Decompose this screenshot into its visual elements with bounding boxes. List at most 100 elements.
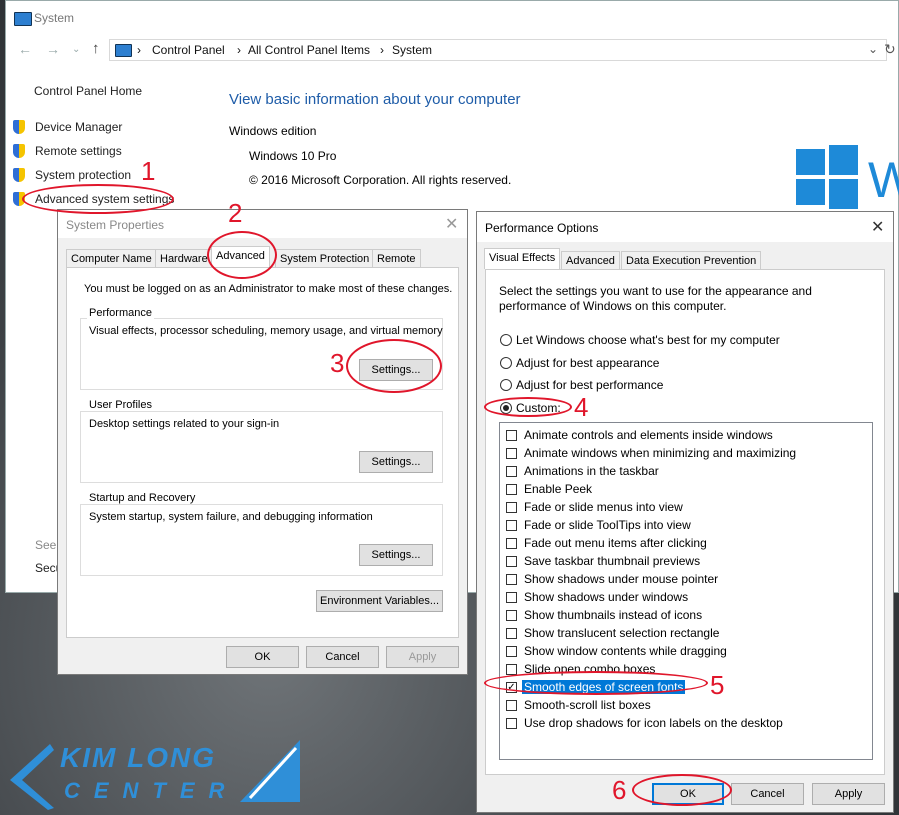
dialog-title: Performance Options [485, 221, 599, 235]
tab-computer-name[interactable]: Computer Name [66, 249, 157, 267]
visual-effect-checkbox-row[interactable]: Use drop shadows for icon labels on the … [504, 714, 864, 732]
breadcrumb-control-panel[interactable]: Control Panel [152, 43, 225, 57]
radio-let-windows-choose[interactable] [500, 334, 512, 346]
visual-effect-checkbox-row[interactable]: Animate controls and elements inside win… [504, 426, 864, 444]
visual-effects-list[interactable]: Animate controls and elements inside win… [499, 422, 873, 760]
radio-best-appearance[interactable] [500, 357, 512, 369]
visual-effect-checkbox-row[interactable]: Smooth-scroll list boxes [504, 696, 864, 714]
tab-data-execution-prevention[interactable]: Data Execution Prevention [621, 251, 762, 269]
checkbox-icon[interactable] [506, 628, 517, 639]
close-icon[interactable]: ✕ [445, 214, 458, 234]
computer-icon [14, 12, 32, 26]
checkbox-icon[interactable] [506, 610, 517, 621]
checkbox-icon[interactable] [506, 574, 517, 585]
checkbox-icon[interactable] [506, 484, 517, 495]
visual-effect-checkbox-row[interactable]: Animations in the taskbar [504, 462, 864, 480]
visual-effect-checkbox-row[interactable]: Show thumbnails instead of icons [504, 606, 864, 624]
radio-best-performance-label[interactable]: Adjust for best performance [516, 378, 663, 392]
startup-recovery-settings-button[interactable]: Settings... [359, 544, 433, 566]
visual-effect-label[interactable]: Smooth-scroll list boxes [524, 698, 651, 712]
visual-effect-checkbox-row[interactable]: Fade or slide ToolTips into view [504, 516, 864, 534]
visual-effect-checkbox-row[interactable]: Show shadows under mouse pointer [504, 570, 864, 588]
visual-effect-checkbox-row[interactable]: Save taskbar thumbnail previews [504, 552, 864, 570]
checkbox-icon[interactable] [506, 592, 517, 603]
visual-effect-label[interactable]: Animate windows when minimizing and maxi… [524, 446, 796, 460]
visual-effect-checkbox-row[interactable]: Fade out menu items after clicking [504, 534, 864, 552]
shield-icon [13, 168, 25, 182]
tab-visual-effects[interactable]: Visual Effects [484, 248, 561, 269]
checkbox-icon[interactable] [506, 502, 517, 513]
visual-effect-checkbox-row[interactable]: Show window contents while dragging [504, 642, 864, 660]
visual-effect-label[interactable]: Enable Peek [524, 482, 592, 496]
visual-effect-checkbox-row[interactable]: Show translucent selection rectangle [504, 624, 864, 642]
logo-line1: KIM LONG [60, 742, 216, 773]
breadcrumb-chevron-icon[interactable]: › [137, 43, 141, 57]
visual-effect-label[interactable]: Show translucent selection rectangle [524, 626, 719, 640]
up-arrow-icon[interactable]: ↑ [92, 40, 100, 57]
system-properties-dialog: System Properties ✕ Computer Name Hardwa… [57, 209, 468, 675]
refresh-icon[interactable]: ↻ [884, 41, 896, 58]
visual-effect-label[interactable]: Animate controls and elements inside win… [524, 428, 773, 442]
breadcrumb-system[interactable]: System [392, 43, 432, 57]
visual-effect-label[interactable]: Use drop shadows for icon labels on the … [524, 716, 783, 730]
startup-recovery-group-label: Startup and Recovery [87, 492, 198, 504]
annotation-number: 6 [612, 775, 627, 805]
remote-settings-link[interactable]: Remote settings [35, 144, 122, 158]
recent-dropdown-icon[interactable]: ⌄ [72, 44, 80, 55]
cancel-button[interactable]: Cancel [306, 646, 379, 668]
breadcrumb-chevron-icon[interactable]: › [380, 43, 384, 57]
visual-effect-label[interactable]: Animations in the taskbar [524, 464, 659, 478]
visual-effect-checkbox-row[interactable]: Fade or slide menus into view [504, 498, 864, 516]
tab-remote[interactable]: Remote [372, 249, 421, 267]
tab-hardware[interactable]: Hardware [155, 249, 213, 267]
visual-effect-checkbox-row[interactable]: Animate windows when minimizing and maxi… [504, 444, 864, 462]
forward-arrow-icon[interactable]: → [46, 41, 60, 57]
visual-effect-checkbox-row[interactable]: Enable Peek [504, 480, 864, 498]
visual-effect-label[interactable]: Fade out menu items after clicking [524, 536, 707, 550]
control-panel-home-link[interactable]: Control Panel Home [34, 84, 142, 98]
environment-variables-button[interactable]: Environment Variables... [316, 590, 443, 612]
visual-effect-label[interactable]: Fade or slide ToolTips into view [524, 518, 691, 532]
breadcrumb-all-items[interactable]: All Control Panel Items [248, 43, 370, 57]
checkbox-icon[interactable] [506, 520, 517, 531]
kim-long-center-logo: KIM LONG CENTER [10, 740, 300, 810]
checkbox-icon[interactable] [506, 538, 517, 549]
user-profiles-group-label: User Profiles [87, 399, 154, 411]
radio-best-performance[interactable] [500, 379, 512, 391]
checkbox-icon[interactable] [506, 466, 517, 477]
checkbox-icon[interactable] [506, 664, 517, 675]
visual-effect-label[interactable]: Show window contents while dragging [524, 644, 727, 658]
visual-effect-label[interactable]: Show thumbnails instead of icons [524, 608, 702, 622]
radio-let-windows-choose-label[interactable]: Let Windows choose what's best for my co… [516, 333, 780, 347]
address-bar[interactable]: › Control Panel › All Control Panel Item… [109, 39, 887, 61]
device-manager-link[interactable]: Device Manager [35, 120, 122, 134]
annotation-ellipse [22, 184, 174, 214]
radio-best-appearance-label[interactable]: Adjust for best appearance [516, 356, 659, 370]
visual-effect-label[interactable]: Fade or slide menus into view [524, 500, 683, 514]
windows-logo-icon [796, 145, 860, 209]
apply-button[interactable]: Apply [812, 783, 885, 805]
checkbox-icon[interactable] [506, 700, 517, 711]
checkbox-icon[interactable] [506, 556, 517, 567]
back-arrow-icon[interactable]: ← [18, 41, 32, 57]
apply-button[interactable]: Apply [386, 646, 459, 668]
visual-effect-label[interactable]: Show shadows under windows [524, 590, 688, 604]
visual-effect-label[interactable]: Show shadows under mouse pointer [524, 572, 718, 586]
checkbox-icon[interactable] [506, 718, 517, 729]
user-profiles-settings-button[interactable]: Settings... [359, 451, 433, 473]
ok-button[interactable]: OK [226, 646, 299, 668]
close-icon[interactable]: ✕ [871, 217, 884, 237]
system-protection-link[interactable]: System protection [35, 168, 131, 182]
tab-advanced[interactable]: Advanced [561, 251, 620, 269]
checkbox-icon[interactable] [506, 430, 517, 441]
checkbox-icon[interactable] [506, 646, 517, 657]
checkbox-icon[interactable] [506, 448, 517, 459]
breadcrumb-chevron-icon[interactable]: › [237, 43, 241, 57]
address-dropdown-icon[interactable]: ⌄ [868, 42, 878, 56]
visual-effects-page: Select the settings you want to use for … [485, 269, 885, 775]
annotation-ellipse [346, 339, 442, 393]
visual-effect-checkbox-row[interactable]: Show shadows under windows [504, 588, 864, 606]
visual-effect-label[interactable]: Save taskbar thumbnail previews [524, 554, 700, 568]
cancel-button[interactable]: Cancel [731, 783, 804, 805]
tab-system-protection[interactable]: System Protection [275, 249, 375, 267]
